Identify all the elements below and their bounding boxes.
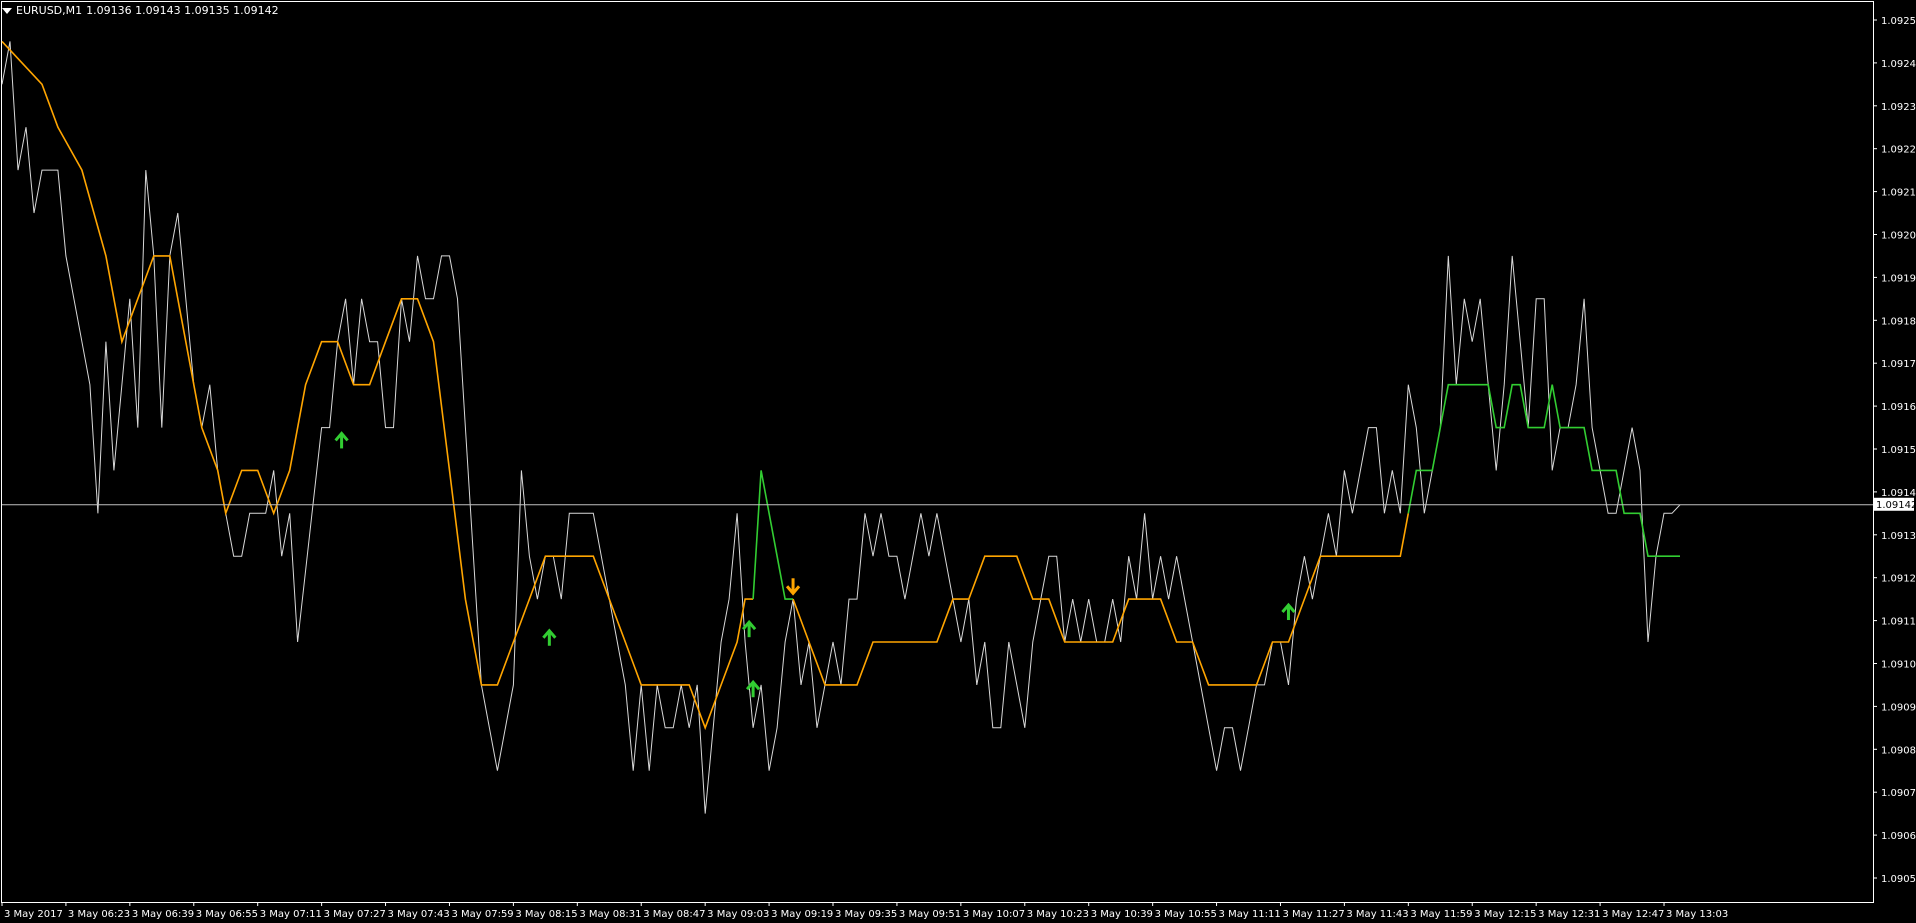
ohlc-values: 1.09136 1.09143 1.09135 1.09142 bbox=[86, 3, 279, 17]
x-tick-label: 3 May 11:27 bbox=[1282, 909, 1344, 920]
x-tick-label: 3 May 06:39 bbox=[132, 909, 194, 920]
x-tick-label: 3 May 09:19 bbox=[771, 909, 833, 920]
y-tick-label: 1.09195 bbox=[1881, 273, 1916, 284]
y-tick-label: 1.09165 bbox=[1881, 402, 1916, 413]
y-tick-label: 1.09245 bbox=[1881, 59, 1916, 70]
x-tick-label: 3 May 07:59 bbox=[451, 909, 513, 920]
symbol-label: EURUSD,M1 bbox=[16, 3, 83, 17]
y-tick-label: 1.09155 bbox=[1881, 445, 1916, 456]
y-tick-label: 1.09135 bbox=[1881, 531, 1916, 542]
x-tick-label: 3 May 06:55 bbox=[196, 909, 258, 920]
chart-background bbox=[0, 0, 1916, 923]
y-tick-label: 1.09105 bbox=[1881, 660, 1916, 671]
x-tick-label: 3 May 2017 bbox=[4, 909, 63, 920]
chart-window[interactable]: 1.09255 1.09245 1.09235 1.09225 1.09215 1.092… bbox=[0, 0, 1916, 923]
x-tick-label: 3 May 10:55 bbox=[1155, 909, 1217, 920]
y-tick-label: 1.09125 bbox=[1881, 574, 1916, 585]
x-tick-label: 3 May 12:31 bbox=[1538, 909, 1600, 920]
x-tick-label: 3 May 09:03 bbox=[707, 909, 769, 920]
x-tick-label: 3 May 10:23 bbox=[1027, 909, 1089, 920]
x-tick-label: 3 May 06:23 bbox=[68, 909, 130, 920]
y-tick-label: 1.09205 bbox=[1881, 231, 1916, 242]
y-tick-label: 1.09185 bbox=[1881, 316, 1916, 327]
y-tick-label: 1.09095 bbox=[1881, 702, 1916, 713]
y-tick-label: 1.09215 bbox=[1881, 188, 1916, 199]
x-tick-label: 3 May 07:27 bbox=[324, 909, 386, 920]
chart-title-bar[interactable]: EURUSD,M1 1.09136 1.09143 1.09135 1.0914… bbox=[2, 2, 279, 18]
y-tick-label: 1.09145 bbox=[1881, 488, 1916, 499]
x-tick-label: 3 May 10:07 bbox=[963, 909, 1025, 920]
dropdown-triangle-icon[interactable] bbox=[2, 7, 12, 14]
x-tick-label: 3 May 12:47 bbox=[1602, 909, 1664, 920]
price-chart[interactable]: 1.09255 1.09245 1.09235 1.09225 1.09215 1.092… bbox=[0, 0, 1916, 923]
x-tick-label: 3 May 10:39 bbox=[1091, 909, 1153, 920]
y-tick-label: 1.09175 bbox=[1881, 359, 1916, 370]
x-tick-label: 3 May 11:11 bbox=[1219, 909, 1281, 920]
x-tick-label: 3 May 13:03 bbox=[1666, 909, 1728, 920]
y-tick-label: 1.09255 bbox=[1881, 16, 1916, 27]
x-tick-label: 3 May 09:35 bbox=[835, 909, 897, 920]
y-tick-label: 1.09235 bbox=[1881, 102, 1916, 113]
y-tick-label: 1.09085 bbox=[1881, 745, 1916, 756]
current-price-label: 1.09142 bbox=[1876, 500, 1916, 511]
y-tick-label: 1.09055 bbox=[1881, 874, 1916, 885]
x-tick-label: 3 May 08:31 bbox=[579, 909, 641, 920]
y-tick-label: 1.09115 bbox=[1881, 617, 1916, 628]
x-tick-label: 3 May 11:43 bbox=[1346, 909, 1408, 920]
x-tick-label: 3 May 07:11 bbox=[260, 909, 322, 920]
x-tick-label: 3 May 11:59 bbox=[1410, 909, 1472, 920]
x-tick-label: 3 May 12:15 bbox=[1474, 909, 1536, 920]
y-tick-label: 1.09225 bbox=[1881, 145, 1916, 156]
x-tick-label: 3 May 08:47 bbox=[643, 909, 705, 920]
x-tick-label: 3 May 07:43 bbox=[388, 909, 450, 920]
y-tick-label: 1.09065 bbox=[1881, 831, 1916, 842]
x-tick-label: 3 May 08:15 bbox=[515, 909, 577, 920]
x-tick-label: 3 May 09:51 bbox=[899, 909, 961, 920]
y-tick-label: 1.09075 bbox=[1881, 788, 1916, 799]
